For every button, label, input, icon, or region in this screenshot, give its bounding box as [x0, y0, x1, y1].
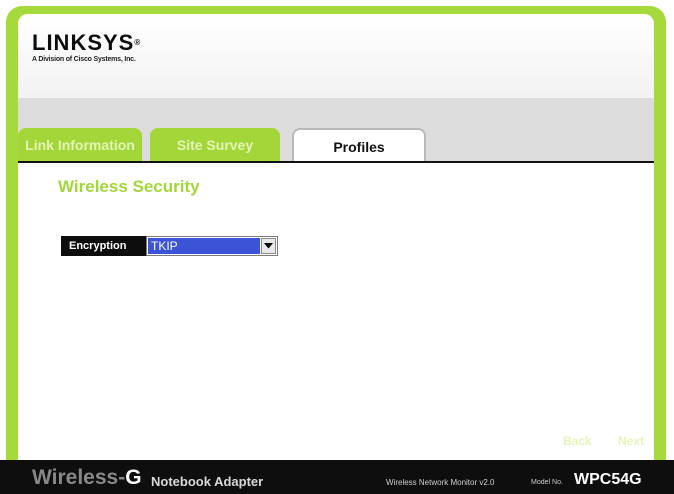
- tab-label: Link Information: [25, 137, 135, 153]
- dropdown-arrow-button[interactable]: [261, 238, 276, 254]
- encryption-selected-value: TKIP: [148, 238, 260, 254]
- model-number-label: Model No.: [531, 479, 563, 486]
- tab-label: Site Survey: [176, 137, 254, 153]
- logo-subtitle: A Division of Cisco Systems, Inc.: [32, 56, 136, 63]
- monitor-version: Wireless Network Monitor v2.0: [386, 478, 495, 487]
- nav-divider: [608, 431, 610, 451]
- product-name: Wireless-G: [32, 466, 142, 490]
- header: LINKSYS® A Division of Cisco Systems, In…: [18, 14, 654, 98]
- window-frame: LINKSYS® A Division of Cisco Systems, In…: [6, 6, 666, 488]
- back-button[interactable]: Back: [563, 434, 592, 448]
- next-button[interactable]: Next: [618, 434, 644, 448]
- model-number: WPC54G: [574, 471, 642, 488]
- tab-link-information[interactable]: Link Information: [18, 128, 142, 162]
- product-name-part2: G: [125, 466, 142, 489]
- registered-mark: ®: [134, 38, 142, 47]
- encryption-label: Encryption: [61, 236, 146, 256]
- chevron-down-icon: [264, 243, 273, 249]
- linksys-logo: LINKSYS® A Division of Cisco Systems, In…: [32, 30, 142, 64]
- encryption-select[interactable]: TKIP: [146, 236, 278, 256]
- tab-site-survey[interactable]: Site Survey: [150, 128, 280, 162]
- section-title: Wireless Security: [58, 177, 200, 196]
- main-content: Wireless Security Encryption TKIP: [18, 163, 654, 399]
- tab-profiles[interactable]: Profiles: [292, 128, 426, 164]
- product-name-part1: Wireless-: [32, 466, 126, 489]
- logo-text: LINKSYS: [32, 30, 135, 55]
- tab-label: Profiles: [333, 139, 385, 155]
- product-subtitle: Notebook Adapter: [151, 474, 264, 489]
